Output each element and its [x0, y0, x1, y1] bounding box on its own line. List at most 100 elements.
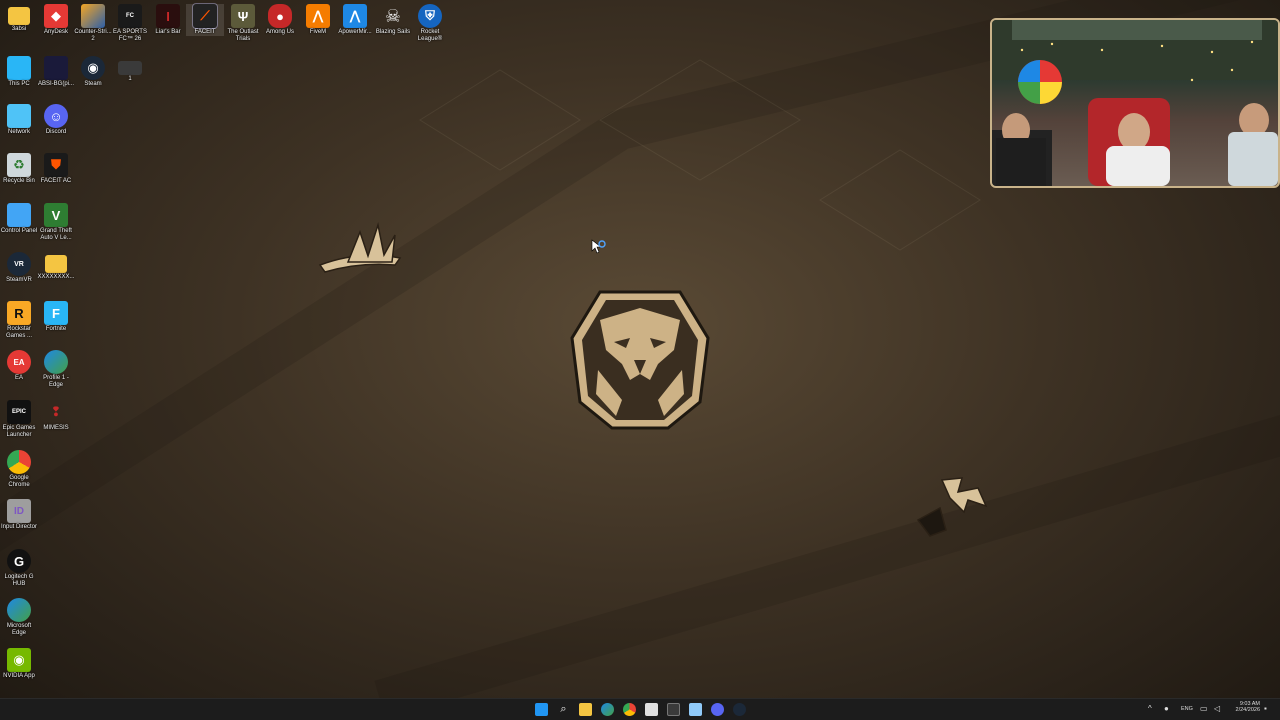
image-file-icon: [44, 56, 68, 80]
desktop-icon-nvidia-app[interactable]: ◉ NVIDIA App: [0, 648, 38, 680]
desktop-icon-logitech-ghub[interactable]: G Logitech G HUB: [0, 549, 38, 588]
chrome-taskbar-icon[interactable]: [623, 703, 636, 716]
store-taskbar-icon[interactable]: [645, 703, 658, 716]
desktop-icon-label: Liar's Bar: [155, 29, 181, 35]
desktop-icon-label: Microsoft Edge: [6, 623, 32, 636]
input-director-icon: ID: [7, 499, 31, 523]
file-explorer-icon[interactable]: [579, 703, 592, 716]
desktop-icon-profile-edge[interactable]: Profile 1 - Edge: [37, 350, 75, 389]
desktop-icon-input-director[interactable]: ID Input Director: [0, 499, 38, 531]
desktop-icon-rockstar[interactable]: R Rockstar Games ...: [0, 301, 38, 340]
desktop-icon-google-chrome[interactable]: Google Chrome: [0, 450, 38, 489]
tray-overflow-chevron-icon[interactable]: ^: [1148, 704, 1152, 713]
desktop-icon-label: EA: [14, 375, 23, 381]
desktop-icon-label: FiveM: [309, 29, 327, 35]
desktop-icon-label: FACEIT AC: [40, 178, 72, 184]
desktop-icon-this-pc[interactable]: This PC: [0, 56, 38, 88]
discord-icon: ☺: [44, 104, 68, 128]
snipping-tool-icon[interactable]: [667, 703, 680, 716]
network-tray-icon[interactable]: ▭: [1200, 704, 1208, 713]
desktop-icon-label: Network: [7, 129, 30, 135]
desktop-icon-label: EA SPORTS FC™ 26: [113, 29, 147, 42]
desktop-icon-discord[interactable]: ☺ Discord: [37, 104, 75, 136]
language-indicator[interactable]: ENG: [1181, 706, 1193, 712]
desktop-icon-steam[interactable]: ◉ Steam: [74, 56, 112, 88]
control-panel-icon: [7, 203, 31, 227]
anydesk-icon: ◆: [44, 4, 68, 28]
desktop-icon-label: Google Chrome: [8, 475, 30, 488]
desktop-icon-3absi[interactable]: 3absi: [0, 4, 38, 33]
edge-icon: [44, 350, 68, 374]
folder-icon: [8, 7, 30, 25]
desktop-icon-microsoft-edge[interactable]: Microsoft Edge: [0, 598, 38, 637]
desktop-icon-label: The Outlast Trials: [227, 29, 259, 42]
ea-icon: EA: [7, 350, 31, 374]
nvidia-icon: ◉: [7, 648, 31, 672]
taskbar: ⌕ ^ ● ENG ▭ ◁ 9:03 AM 2/24/2026 ▪: [0, 698, 1280, 720]
desktop-icon-anydesk[interactable]: ◆ AnyDesk: [37, 4, 75, 36]
desktop-icon-outlast-trials[interactable]: Ψ The Outlast Trials: [224, 4, 262, 43]
desktop-icon-xxxxxxxx[interactable]: XXXXXXXX...: [37, 252, 75, 281]
edge-taskbar-icon[interactable]: [601, 703, 614, 716]
desktop-icon-blazing-sails[interactable]: ☠ Blazing Sails: [374, 4, 412, 36]
desktop-icon-label: Fortnite: [45, 326, 67, 332]
desktop-icon-gta-v[interactable]: V Grand Theft Auto V Le...: [37, 203, 75, 242]
recycle-bin-icon: ♻: [7, 153, 31, 177]
desktop-icon-control-panel[interactable]: Control Panel: [0, 203, 38, 235]
desktop-icon-fivem[interactable]: ⋀ FiveM: [299, 4, 337, 36]
desktop-icon-steamvr[interactable]: VR SteamVR: [0, 252, 38, 284]
desktop-icon-rocket-league[interactable]: ⛨ Rocket League®: [411, 4, 449, 43]
desktop-icon-label: Grand Theft Auto V Le...: [40, 228, 72, 241]
desktop-icon-ea-sports-fc[interactable]: FC EA SPORTS FC™ 26: [111, 4, 149, 43]
blazing-sails-icon: ☠: [384, 5, 402, 26]
desktop-icon-label: MIMESIS: [43, 425, 69, 431]
desktop-icon-label: Counter-Stri... 2: [74, 29, 112, 42]
desktop-icon-mimesis[interactable]: ❢ MIMESIS: [37, 400, 75, 432]
desktop-icon-fortnite[interactable]: F Fortnite: [37, 301, 75, 333]
desktop-icon-label: XXXXXXXX...: [37, 274, 75, 280]
folder-icon: [45, 255, 67, 273]
desktop-icon-ea[interactable]: EA EA: [0, 350, 38, 382]
start-button[interactable]: [535, 703, 548, 716]
desktop-icon-epic-games[interactable]: EPIC Epic Games Launcher: [0, 400, 38, 439]
desktop-icon-counter-strike-2[interactable]: Counter-Stri... 2: [74, 4, 112, 43]
desktop-icon-label: Among Us: [265, 29, 294, 35]
desktop-icon-label: NVIDIA App: [3, 673, 35, 679]
faceit-ac-icon: ⛊: [44, 153, 68, 177]
volume-tray-icon[interactable]: ◁: [1214, 704, 1220, 713]
desktop-icon-network[interactable]: Network: [0, 104, 38, 136]
steamvr-icon: VR: [7, 252, 31, 276]
spin-wheel: [1018, 60, 1062, 104]
desktop-icon-absi-bg[interactable]: ABSI-BG(pi...: [37, 56, 75, 88]
clock[interactable]: 9:03 AM 2/24/2026: [1230, 701, 1260, 713]
desktop-icon-label: Input Director: [0, 524, 37, 530]
rocket-league-icon: ⛨: [418, 4, 442, 28]
gta-icon: V: [44, 203, 68, 227]
desktop-icon-label: Profile 1 - Edge: [43, 375, 69, 388]
app-taskbar-icon[interactable]: [689, 703, 702, 716]
logitech-icon: G: [7, 549, 31, 573]
desktop-icon-faceit[interactable]: ⟋ FACEIT: [186, 3, 224, 36]
notification-bell-icon[interactable]: ▪: [1264, 704, 1267, 713]
apowermirror-icon: ⋀: [343, 4, 367, 28]
discord-taskbar-icon[interactable]: [711, 703, 724, 716]
desktop-icon-among-us[interactable]: ● Among Us: [261, 4, 299, 36]
desktop-icon-1[interactable]: 1: [111, 56, 149, 83]
desktop-icon-label: 1: [128, 76, 132, 82]
steam-icon: ◉: [81, 56, 105, 80]
fivem-icon: ⋀: [306, 4, 330, 28]
search-icon[interactable]: ⌕: [557, 703, 570, 716]
microphone-icon[interactable]: ●: [1164, 704, 1169, 713]
fortnite-icon: F: [44, 301, 68, 325]
desktop-icon-label: SteamVR: [6, 277, 32, 283]
steam-taskbar-icon[interactable]: [733, 703, 746, 716]
webcam-video: [992, 20, 1278, 186]
webcam-overlay: [990, 18, 1280, 188]
desktop-icon-label: Steam: [84, 81, 102, 87]
desktop-icon-faceit-ac[interactable]: ⛊ FACEIT AC: [37, 153, 75, 185]
desktop-icon-recycle-bin[interactable]: ♻ Recycle Bin: [0, 153, 38, 185]
among-us-icon: ●: [268, 4, 292, 28]
desktop-icon-label: Epic Games Launcher: [2, 425, 36, 438]
desktop-icon-apowermirror[interactable]: ⋀ ApowerMir...: [336, 4, 374, 36]
desktop-icon-liars-bar[interactable]: I Liar's Bar: [149, 4, 187, 36]
